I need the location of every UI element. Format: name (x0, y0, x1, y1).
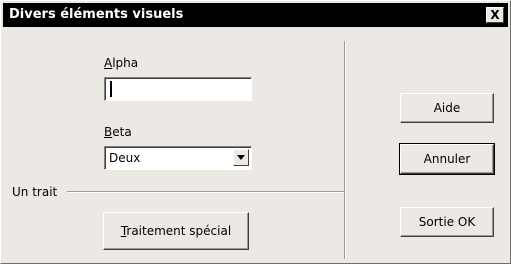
alpha-label: Alpha (104, 56, 138, 70)
cancel-button[interactable]: Annuler (399, 143, 495, 175)
beta-label: Beta (104, 125, 132, 139)
alpha-field[interactable] (104, 77, 252, 101)
text-caret (110, 81, 112, 97)
chevron-down-icon[interactable] (233, 149, 249, 166)
alpha-label-rest: lpha (112, 56, 139, 70)
alpha-label-accel: A (104, 56, 113, 70)
beta-label-accel: B (104, 125, 113, 139)
beta-dropdown[interactable]: Deux (104, 146, 252, 170)
ok-button[interactable]: Sortie OK (400, 207, 494, 237)
window-title: Divers éléments visuels (9, 7, 184, 22)
dialog-window: Divers éléments visuels X Alpha Beta Deu… (0, 0, 511, 264)
horizontal-divider (67, 191, 344, 193)
alpha-input[interactable] (105, 78, 251, 100)
line-label: Un trait (12, 185, 58, 199)
special-button-label-rest: raitement spécial (126, 224, 232, 238)
close-icon: X (490, 8, 500, 22)
vertical-divider (344, 41, 346, 259)
help-button[interactable]: Aide (400, 93, 494, 123)
special-treatment-button[interactable]: Traitement spécial (103, 212, 249, 250)
title-bar[interactable]: Divers éléments visuels X (3, 3, 508, 27)
beta-label-rest: eta (112, 125, 132, 139)
beta-selected-value: Deux (109, 151, 141, 165)
close-button[interactable]: X (486, 7, 504, 23)
